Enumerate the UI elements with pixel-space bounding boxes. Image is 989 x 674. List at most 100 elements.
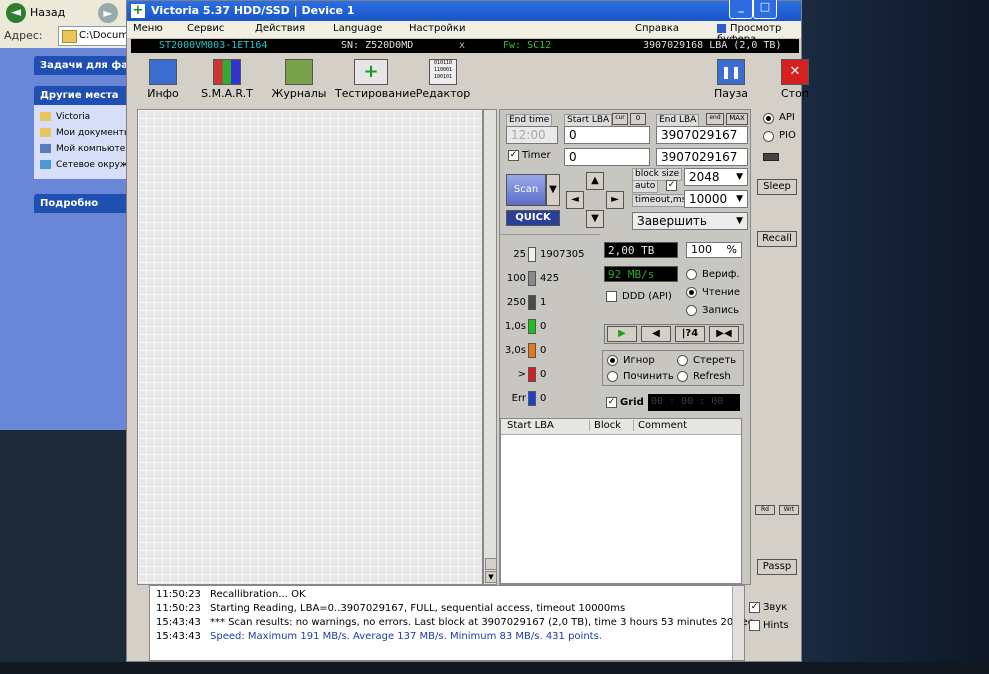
smart-button[interactable]: S.M.A.R.T — [191, 59, 263, 103]
info-button[interactable]: Инфо — [127, 59, 199, 103]
scroll-down-icon[interactable]: ▼ — [485, 571, 497, 583]
sleep-button[interactable]: Sleep — [757, 179, 797, 195]
details-header[interactable]: Подробно — [34, 194, 140, 213]
max-button[interactable]: MAX — [726, 113, 748, 125]
rewind-icon[interactable]: ◀ — [641, 326, 671, 342]
play-icon[interactable]: ▶ — [607, 326, 637, 342]
capacity-done-readout: 2,00 TB — [604, 242, 678, 258]
timer-input[interactable]: 0 — [564, 148, 650, 166]
legend-swatch — [528, 247, 536, 262]
arrow-right-icon[interactable]: ► — [606, 191, 624, 209]
logs-folder-icon — [285, 59, 313, 85]
arrow-left-icon[interactable]: ◄ — [566, 191, 584, 209]
arrow-up-icon[interactable]: ▲ — [586, 172, 604, 190]
logs-button[interactable]: Журналы — [263, 59, 335, 103]
start-lba-input[interactable]: 0 — [564, 126, 650, 144]
stop-button[interactable]: ✕ Стоп — [759, 59, 831, 103]
ddd-checkbox[interactable] — [606, 291, 617, 302]
zero-button[interactable]: 0 — [630, 113, 646, 125]
auto-checkbox[interactable]: ✓ — [666, 180, 677, 191]
menu-language[interactable]: Language — [333, 23, 382, 34]
right-panel: API PIO Sleep Recall Rd Wrt Passp — [755, 109, 799, 585]
timeout-select[interactable]: 10000 ▼ — [684, 190, 748, 208]
tasks-header[interactable]: Задачи для файлов — [34, 56, 140, 75]
pause-button[interactable]: ❚❚ Пауза — [695, 59, 767, 103]
col-comment[interactable]: Comment — [633, 420, 687, 431]
pause-icon: ❚❚ — [717, 59, 745, 85]
cur-button[interactable]: cur — [612, 113, 628, 125]
binary-editor-icon: 010110 110001 100101 — [429, 59, 457, 85]
hints-checkbox[interactable] — [749, 620, 760, 631]
pio-radio[interactable] — [763, 131, 774, 142]
drive-firmware: Fw: SC12 — [503, 40, 552, 51]
legend-swatch — [528, 391, 536, 406]
erase-radio[interactable] — [677, 355, 688, 366]
back-button[interactable]: ◄ Назад — [4, 2, 90, 24]
place-my-documents[interactable]: Мои документы — [40, 125, 134, 141]
title-bar: + Victoria 5.37 HDD/SSD | Device 1 _ □ — [127, 0, 801, 21]
legend-row-1s: 1,0s 0 — [504, 319, 547, 334]
pio-label: PIO — [779, 130, 796, 141]
passp-button[interactable]: Passp — [757, 559, 797, 575]
prev-block-button[interactable]: |?4 — [675, 326, 705, 342]
menu-actions[interactable]: Действия — [255, 23, 305, 34]
surface-scan-map — [137, 109, 483, 585]
timer-checkbox[interactable]: ✓ — [508, 150, 519, 161]
end-block-icon[interactable]: ▶◀ — [709, 326, 739, 342]
mode-read-radio[interactable] — [686, 287, 697, 298]
drive-capacity: 3907029168 LBA (2,0 TB) — [643, 40, 782, 51]
menu-help[interactable]: Справка — [635, 23, 679, 34]
ignore-radio[interactable] — [607, 355, 618, 366]
legend-swatch — [528, 319, 536, 334]
minimize-icon[interactable]: _ — [729, 0, 753, 19]
erase-label: Стереть — [693, 355, 737, 366]
place-network[interactable]: Сетевое окружение — [40, 157, 134, 173]
victoria-window: + Victoria 5.37 HDD/SSD | Device 1 _ □ М… — [126, 0, 809, 662]
explorer-task-pane: Задачи для файлов Другие места Victoria … — [0, 48, 140, 430]
col-start-lba[interactable]: Start LBA — [507, 420, 554, 431]
status-led — [763, 153, 779, 161]
editor-button[interactable]: 010110 110001 100101 Редактор — [407, 59, 479, 103]
place-my-computer[interactable]: Мой компьютер — [40, 141, 134, 157]
remap-radio[interactable] — [607, 371, 618, 382]
finish-action-select[interactable]: Завершить ▼ — [632, 212, 748, 230]
sound-checkbox[interactable]: ✓ — [749, 602, 760, 613]
end-button[interactable]: end — [706, 113, 724, 125]
col-block[interactable]: Block — [589, 420, 621, 431]
scroll-thumb[interactable] — [485, 558, 497, 570]
chevron-down-icon: ▼ — [736, 194, 743, 204]
mode-write-radio[interactable] — [686, 305, 697, 316]
end-time-input[interactable]: 12:00 — [506, 126, 558, 144]
recall-button[interactable]: Recall — [757, 231, 797, 247]
test-button[interactable]: + Тестирование — [335, 59, 416, 103]
mode-write-label: Запись — [702, 305, 739, 316]
other-places-header[interactable]: Другие места — [34, 86, 140, 105]
api-radio[interactable] — [763, 113, 774, 124]
map-scrollbar[interactable]: ▼ — [483, 109, 497, 585]
end-lba-input[interactable]: 3907029167 — [656, 126, 748, 144]
log-scrollbar[interactable] — [732, 586, 744, 660]
mode-verify-radio[interactable] — [686, 269, 697, 280]
grid-checkbox[interactable]: ✓ — [606, 397, 617, 408]
log-row: 15:43:43 Speed: Maximum 191 MB/s. Average… — [156, 631, 602, 642]
address-label: Адрес: — [4, 29, 43, 42]
scan-dropdown-icon[interactable]: ▼ — [546, 174, 560, 206]
percent-readout: 100% — [686, 242, 742, 258]
forward-arrow-icon[interactable]: ► — [98, 3, 118, 23]
block-size-select[interactable]: 2048 ▼ — [684, 168, 748, 186]
wrt-indicator: Wrt — [779, 505, 799, 515]
menu-service[interactable]: Сервис — [187, 23, 224, 34]
place-victoria[interactable]: Victoria — [40, 109, 134, 125]
mode-read-label: Чтение — [702, 287, 741, 298]
refresh-radio[interactable] — [677, 371, 688, 382]
arrow-down-icon[interactable]: ▼ — [586, 210, 604, 228]
legend-row-over: >0 — [517, 367, 547, 382]
quick-button[interactable]: QUICK — [506, 210, 560, 226]
menu-settings[interactable]: Настройки — [409, 23, 465, 34]
menu-main[interactable]: Меню — [133, 23, 163, 34]
latency-legend: 25 1907305 100 425 250 1 1,0s 0 3,0s 0 >0 Err… — [500, 234, 600, 414]
end-lba-2-input[interactable]: 3907029167 — [656, 148, 748, 166]
maximize-icon[interactable]: □ — [753, 0, 777, 19]
direction-pad[interactable]: ▲ ◄ ► ▼ — [566, 172, 624, 228]
scan-button[interactable]: Scan — [506, 174, 546, 206]
